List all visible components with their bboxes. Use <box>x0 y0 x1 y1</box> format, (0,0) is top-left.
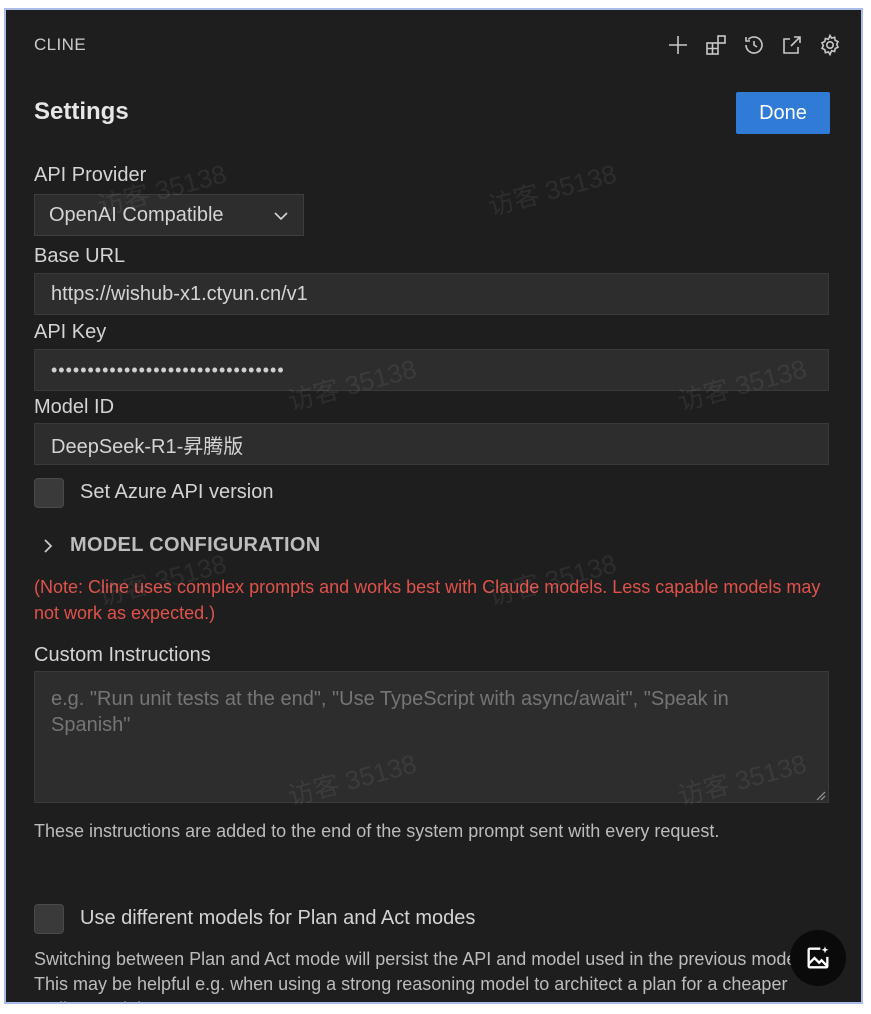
chevron-down-icon <box>274 212 288 221</box>
plan-act-models-checkbox[interactable] <box>34 904 64 934</box>
history-icon[interactable] <box>741 32 767 58</box>
plan-act-models-label: Use different models for Plan and Act mo… <box>80 907 476 929</box>
api-key-masked-value: •••••••••••••••••••••••••••••••• <box>51 359 285 380</box>
panel-title: CLINE <box>34 35 87 54</box>
resize-grip-icon[interactable] <box>814 789 826 801</box>
model-id-input[interactable]: DeepSeek-R1-昇腾版 <box>34 423 829 465</box>
watermark: 访客 35138 <box>484 158 620 222</box>
extensions-icon[interactable] <box>703 32 729 58</box>
model-configuration-toggle[interactable]: MODEL CONFIGURATION <box>34 534 321 557</box>
cline-panel: CLINE Settings Done API Provider OpenAI … <box>4 8 863 1004</box>
model-id-value: DeepSeek-R1-昇腾版 <box>51 435 244 458</box>
image-sparkle-icon <box>807 946 829 969</box>
header-toolbar <box>665 32 843 58</box>
done-button[interactable]: Done <box>736 92 830 134</box>
azure-api-version-checkbox[interactable] <box>34 478 64 508</box>
custom-instructions-helper: These instructions are added to the end … <box>34 821 720 841</box>
custom-instructions-label: Custom Instructions <box>34 644 211 666</box>
base-url-value: https://wishub-x1.ctyun.cn/v1 <box>51 282 308 305</box>
gear-icon[interactable] <box>817 32 843 58</box>
api-key-label: API Key <box>34 321 107 343</box>
plus-icon[interactable] <box>665 32 691 58</box>
plan-act-helper: Switching between Plan and Act mode will… <box>34 949 802 1002</box>
azure-api-version-label: Set Azure API version <box>80 481 274 503</box>
image-ai-button[interactable] <box>790 930 846 986</box>
popout-icon[interactable] <box>779 32 805 58</box>
base-url-label: Base URL <box>34 245 126 267</box>
model-id-label: Model ID <box>34 396 115 418</box>
page-title: Settings <box>34 98 129 125</box>
base-url-input[interactable]: https://wishub-x1.ctyun.cn/v1 <box>34 273 829 315</box>
chevron-right-icon <box>44 538 53 553</box>
